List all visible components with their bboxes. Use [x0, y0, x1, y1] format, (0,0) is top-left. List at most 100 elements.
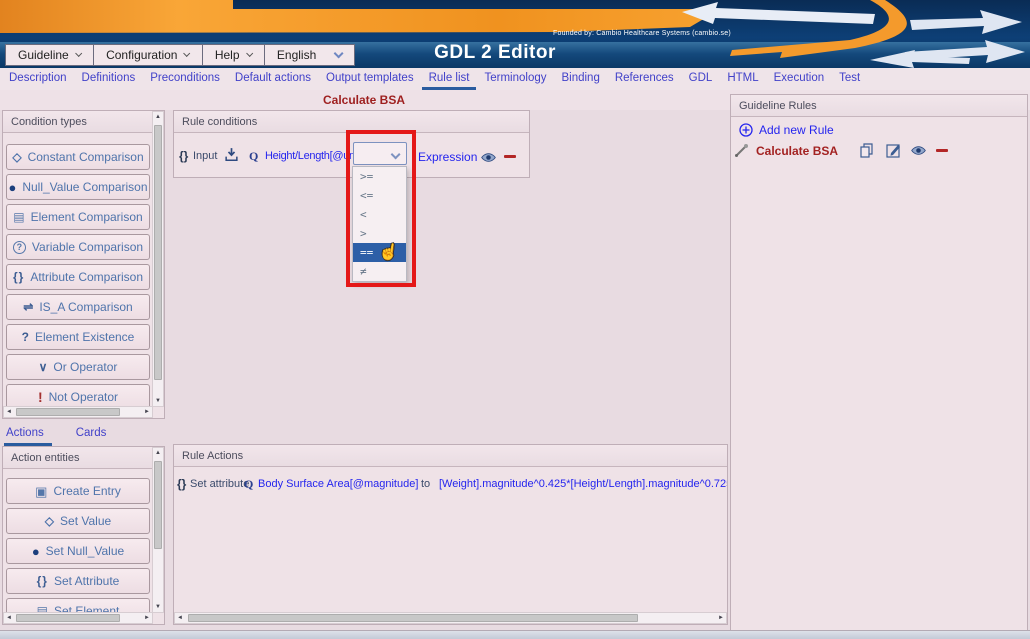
create-entry-button[interactable]: Create Entry: [6, 478, 150, 504]
scroll-down-arrow[interactable]: ▼: [153, 602, 163, 612]
scroll-thumb[interactable]: [16, 614, 120, 622]
set-value-button[interactable]: Set Value: [6, 508, 150, 534]
horizontal-scrollbar[interactable]: ◄ ►: [174, 612, 727, 624]
scroll-up-arrow[interactable]: ▲: [153, 112, 163, 122]
to-label: to: [421, 478, 431, 490]
action-expression-link[interactable]: [Weight].magnitude^0.425*[Height/Length]…: [439, 478, 727, 490]
menu-guideline[interactable]: Guideline: [5, 44, 95, 66]
tab-execution[interactable]: Execution: [767, 68, 832, 87]
copy-rule-button[interactable]: [860, 143, 874, 158]
chevron-down-icon: [74, 49, 83, 58]
braces-icon: [37, 575, 48, 587]
scroll-thumb[interactable]: [154, 125, 162, 380]
operator-select[interactable]: [353, 142, 407, 165]
remove-rule-button[interactable]: [936, 149, 949, 152]
question-circle-icon: [12, 240, 26, 254]
chevron-down-icon: [183, 49, 191, 58]
view-rule-button[interactable]: [910, 145, 927, 156]
rule-name[interactable]: Calculate BSA: [756, 144, 838, 158]
scroll-left-arrow[interactable]: ◄: [4, 613, 14, 623]
scroll-left-arrow[interactable]: ◄: [4, 407, 14, 417]
tab-description[interactable]: Description: [2, 68, 74, 87]
horizontal-scrollbar[interactable]: ◄ ►: [3, 406, 153, 418]
variable-comparison-button[interactable]: Variable Comparison: [6, 234, 150, 260]
constant-comparison-button[interactable]: Constant Comparison: [6, 144, 150, 170]
vertical-scrollbar[interactable]: ▲ ▼: [152, 447, 164, 613]
scroll-thumb[interactable]: [154, 461, 162, 549]
scroll-right-arrow[interactable]: ►: [142, 613, 152, 623]
bottom-tab-bar: Actions Cards: [4, 425, 136, 446]
tab-binding[interactable]: Binding: [554, 68, 606, 87]
menu-configuration[interactable]: Configuration: [94, 44, 203, 66]
tab-rule-list[interactable]: Rule list: [421, 68, 477, 90]
tab-cards[interactable]: Cards: [74, 425, 115, 446]
operator-option[interactable]: ≠: [353, 262, 406, 281]
scroll-right-arrow[interactable]: ►: [142, 407, 152, 417]
bottom-status-strip: [0, 630, 1030, 639]
null-value-comparison-button[interactable]: Null_Value Comparison: [6, 174, 150, 200]
founded-by-text: Founded by: Cambio Healthcare Systems (c…: [553, 30, 731, 37]
element-comparison-button[interactable]: Element Comparison: [6, 204, 150, 230]
tab-references[interactable]: References: [608, 68, 681, 87]
add-new-rule-button[interactable]: Add new Rule: [739, 123, 834, 137]
button-label: Set Null_Value: [45, 544, 125, 558]
horizontal-scrollbar[interactable]: ◄ ►: [3, 612, 153, 624]
set-null-value-button[interactable]: Set Null_Value: [6, 538, 150, 564]
button-label: Or Operator: [53, 360, 118, 374]
entry-icon: [35, 485, 47, 498]
tab-default-actions[interactable]: Default actions: [228, 68, 318, 87]
operator-option[interactable]: <=: [353, 186, 406, 205]
element-existence-button[interactable]: Element Existence: [6, 324, 150, 350]
button-label: Variable Comparison: [31, 240, 144, 254]
menu-help-label: Help: [214, 48, 240, 62]
chevron-down-icon: [390, 149, 401, 160]
rule-conditions-header: Rule conditions: [174, 111, 529, 133]
button-label: Constant Comparison: [27, 150, 144, 164]
action-attribute-link[interactable]: Body Surface Area[@magnitude]: [258, 478, 418, 490]
tab-output-templates[interactable]: Output templates: [319, 68, 421, 87]
scroll-down-arrow[interactable]: ▼: [153, 396, 163, 406]
circle-icon: [8, 181, 16, 194]
operator-option[interactable]: <: [353, 205, 406, 224]
menu-help[interactable]: Help: [202, 44, 265, 66]
vertical-scrollbar[interactable]: ▲ ▼: [152, 111, 164, 407]
or-operator-button[interactable]: Or Operator: [6, 354, 150, 380]
lookup-icon[interactable]: Q: [249, 149, 258, 164]
attribute-comparison-button[interactable]: Attribute Comparison: [6, 264, 150, 290]
tab-bar: Description Definitions Preconditions De…: [0, 68, 1030, 90]
scroll-thumb[interactable]: [16, 408, 120, 416]
isa-comparison-button[interactable]: IS_A Comparison: [6, 294, 150, 320]
tab-preconditions[interactable]: Preconditions: [143, 68, 227, 87]
tab-html[interactable]: HTML: [720, 68, 765, 87]
scroll-thumb[interactable]: [188, 614, 638, 622]
eye-icon[interactable]: [480, 152, 497, 163]
condition-types-panel: Condition types Constant Comparison Null…: [2, 110, 165, 419]
tab-definitions[interactable]: Definitions: [75, 68, 143, 87]
wand-icon: [735, 144, 748, 157]
tab-terminology[interactable]: Terminology: [477, 68, 553, 87]
scroll-right-arrow[interactable]: ►: [716, 613, 726, 623]
language-select[interactable]: English: [264, 44, 355, 66]
scroll-left-arrow[interactable]: ◄: [175, 613, 185, 623]
mouse-cursor-hand: ☝: [377, 242, 400, 263]
eye-icon: [911, 146, 926, 155]
guideline-rules-header: Guideline Rules: [731, 95, 1027, 117]
condition-element-link[interactable]: Height/Length[@unit]: [265, 150, 363, 162]
scroll-up-arrow[interactable]: ▲: [153, 448, 163, 458]
lookup-icon[interactable]: Q: [244, 477, 253, 492]
edit-rule-button[interactable]: [886, 143, 901, 158]
set-attribute-button[interactable]: Set Attribute: [6, 568, 150, 594]
equals-icon: [23, 301, 33, 313]
tab-gdl[interactable]: GDL: [682, 68, 720, 87]
tab-test[interactable]: Test: [832, 68, 867, 87]
current-rule-title: Calculate BSA: [322, 93, 406, 107]
action-entities-header: Action entities: [3, 447, 164, 469]
diamond-icon: [12, 151, 21, 163]
import-download-icon[interactable]: [224, 147, 239, 162]
expression-link[interactable]: Expression: [418, 150, 477, 164]
remove-condition-button[interactable]: [504, 155, 516, 158]
operator-option[interactable]: >=: [353, 167, 406, 186]
menu-configuration-label: Configuration: [106, 48, 178, 62]
button-label: Element Existence: [34, 330, 135, 344]
tab-actions[interactable]: Actions: [4, 425, 52, 446]
